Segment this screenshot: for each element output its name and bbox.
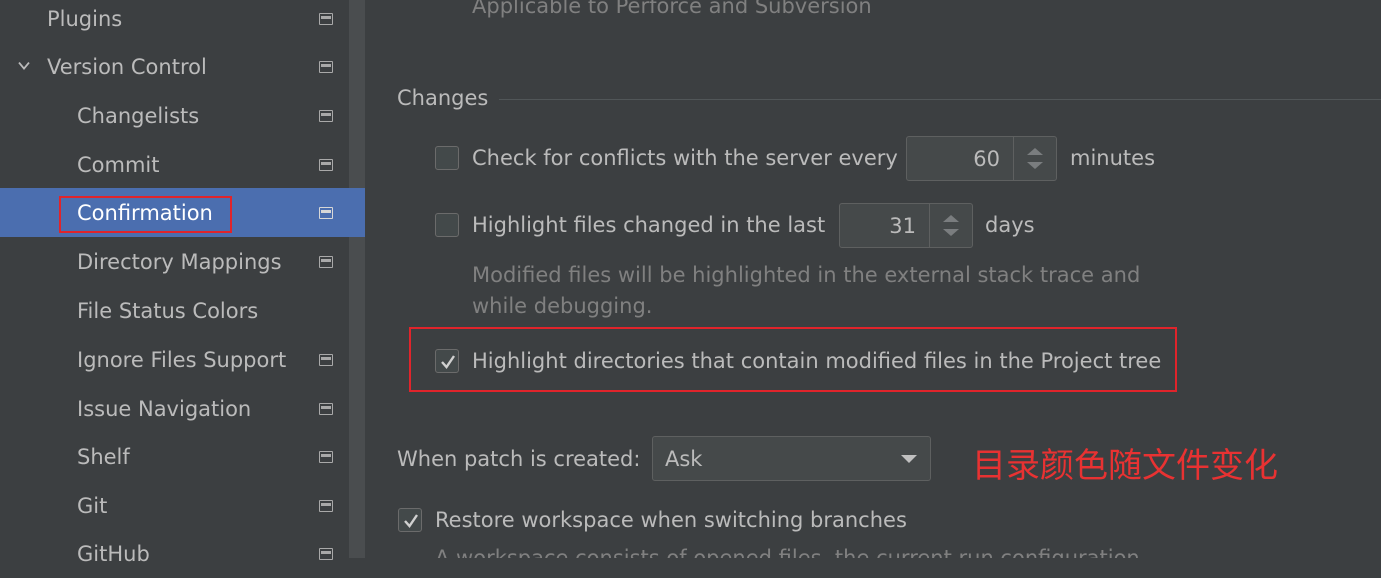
workspace-hint: A workspace consists of opened files, th… bbox=[435, 546, 1140, 558]
highlight-changed-label: Highlight files changed in the last bbox=[472, 213, 826, 237]
tree-item-label: Directory Mappings bbox=[77, 249, 282, 274]
check-conflicts-label: Check for conflicts with the server ever… bbox=[472, 146, 898, 170]
highlight-dirs-red-box bbox=[409, 327, 1177, 392]
project-level-icon bbox=[319, 353, 333, 366]
tree-item-label: Changelists bbox=[77, 103, 200, 128]
dropdown-arrow-icon[interactable] bbox=[900, 454, 918, 464]
tree-item-shelf[interactable]: Shelf bbox=[0, 432, 349, 481]
patch-created-label: When patch is created: bbox=[397, 447, 641, 471]
project-level-icon bbox=[319, 158, 333, 171]
tree-item-label: Shelf bbox=[77, 444, 130, 469]
spinner-arrows[interactable] bbox=[929, 204, 972, 247]
check-conflicts-checkbox[interactable] bbox=[435, 146, 459, 170]
tree-item-git[interactable]: Git bbox=[0, 481, 349, 530]
tree-item-file-status-colors[interactable]: File Status Colors bbox=[0, 286, 349, 335]
tree-item-label: Ignore Files Support bbox=[77, 347, 287, 372]
tree-item-issue-navigation[interactable]: Issue Navigation bbox=[0, 384, 349, 433]
checkmark-icon bbox=[404, 514, 418, 528]
tree-item-label: Git bbox=[77, 493, 108, 518]
project-level-icon bbox=[319, 12, 333, 25]
tree-item-label: GitHub bbox=[77, 541, 150, 566]
perforce-svn-hint: Applicable to Perforce and Subversion bbox=[472, 0, 872, 18]
tree-item-label: Plugins bbox=[47, 6, 123, 31]
settings-content-panel: Applicable to Perforce and Subversion Ch… bbox=[365, 0, 1381, 558]
confirmation-highlight-box bbox=[59, 196, 232, 233]
tree-item-label: Version Control bbox=[47, 54, 207, 79]
spinner-arrows[interactable] bbox=[1013, 137, 1056, 180]
tree-item-version-control[interactable]: Version Control bbox=[0, 42, 349, 91]
section-separator bbox=[499, 99, 1381, 100]
project-level-icon bbox=[319, 109, 333, 122]
tree-item-changelists[interactable]: Changelists bbox=[0, 91, 349, 140]
patch-action-dropdown[interactable]: Ask bbox=[652, 436, 931, 481]
minutes-label: minutes bbox=[1070, 146, 1156, 170]
project-level-icon bbox=[319, 60, 333, 73]
chevron-down-icon[interactable] bbox=[17, 58, 31, 72]
spinner-value: 31 bbox=[889, 213, 916, 238]
days-label: days bbox=[985, 213, 1035, 237]
tree-item-directory-mappings[interactable]: Directory Mappings bbox=[0, 237, 349, 286]
conflicts-interval-spinner[interactable]: 60 bbox=[906, 136, 1057, 181]
tree-item-plugins[interactable]: Plugins bbox=[0, 0, 349, 43]
tree-item-ignore-files-support[interactable]: Ignore Files Support bbox=[0, 335, 349, 384]
highlight-changed-checkbox[interactable] bbox=[435, 213, 459, 237]
tree-item-label: File Status Colors bbox=[77, 298, 259, 323]
project-level-icon bbox=[319, 499, 333, 512]
changed-days-spinner[interactable]: 31 bbox=[839, 203, 973, 248]
tree-item-github[interactable]: GitHub bbox=[0, 529, 349, 578]
splitter[interactable] bbox=[349, 0, 365, 558]
spinner-updown-icon[interactable] bbox=[1014, 137, 1056, 180]
spinner-value: 60 bbox=[973, 146, 1000, 171]
project-level-icon bbox=[319, 450, 333, 463]
restore-workspace-checkbox[interactable] bbox=[398, 508, 422, 532]
project-level-icon bbox=[319, 255, 333, 268]
selection-extension bbox=[349, 188, 365, 237]
modified-hint-line2: while debugging. bbox=[472, 294, 653, 318]
modified-hint-line1: Modified files will be highlighted in th… bbox=[472, 263, 1141, 287]
project-level-icon bbox=[319, 402, 333, 415]
changes-section-title: Changes bbox=[397, 86, 489, 110]
tree-item-label: Commit bbox=[77, 152, 160, 177]
project-level-icon bbox=[319, 206, 333, 219]
dropdown-selected-value: Ask bbox=[665, 447, 703, 471]
settings-tree: Plugins Version Control Changelists Comm… bbox=[0, 0, 349, 566]
annotation-text: 目录颜色随文件变化 bbox=[972, 446, 1278, 486]
tree-item-commit[interactable]: Commit bbox=[0, 140, 349, 189]
spinner-updown-icon[interactable] bbox=[930, 204, 972, 247]
tree-item-label: Issue Navigation bbox=[77, 396, 252, 421]
restore-workspace-label: Restore workspace when switching branche… bbox=[435, 508, 907, 532]
